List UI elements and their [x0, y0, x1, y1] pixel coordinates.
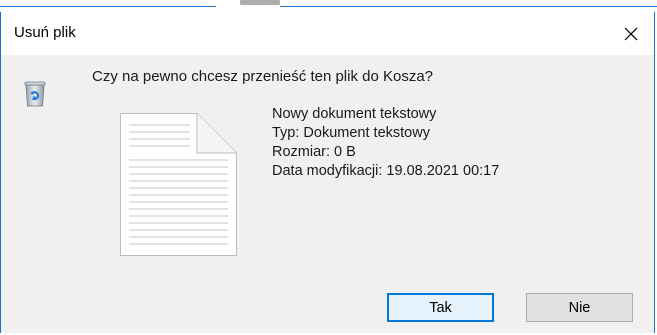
confirmation-question: Czy na pewno chcesz przenieść ten plik d… [92, 68, 434, 85]
background-window-edge [0, 0, 657, 12]
button-bar: Tak Nie [1, 261, 654, 333]
background-title-fragment [240, 0, 280, 5]
dialog-content: Czy na pewno chcesz przenieść ten plik d… [1, 55, 654, 261]
text-file-icon [120, 113, 237, 256]
file-properties: Nowy dokument tekstowy Typ: Dokument tek… [272, 105, 499, 181]
delete-file-dialog: Usuń plik Czy na pewno chcesz przenieść … [0, 12, 655, 333]
file-size: Rozmiar: 0 B [272, 144, 356, 160]
file-name: Nowy dokument tekstowy [272, 106, 437, 122]
dialog-title: Usuń plik [14, 24, 76, 41]
file-modified-date: Data modyfikacji: 19.08.2021 00:17 [272, 163, 500, 179]
close-icon [624, 27, 638, 40]
recycle-bin-icon [24, 81, 46, 107]
window-border-line [280, 6, 657, 7]
yes-button[interactable]: Tak [387, 293, 494, 322]
window-border-line [0, 6, 216, 7]
title-bar[interactable]: Usuń plik [1, 12, 654, 55]
file-type: Typ: Dokument tekstowy [272, 125, 430, 141]
no-button[interactable]: Nie [526, 293, 633, 322]
close-button[interactable] [608, 12, 654, 55]
